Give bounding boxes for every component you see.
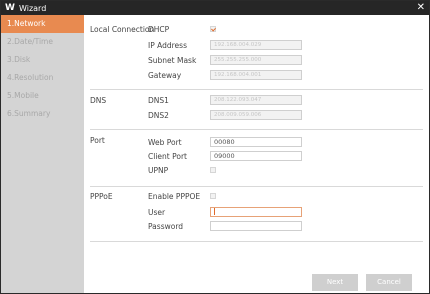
client-port-field[interactable]: 09000 <box>210 151 302 161</box>
gateway-field[interactable]: 192.168.004.001 <box>210 70 302 80</box>
user-label: User <box>148 207 166 217</box>
subnet-mask-row: Subnet Mask 255.255.255.000 <box>148 54 302 66</box>
web-port-label: Web Port <box>148 137 182 147</box>
dns2-row: DNS2 208.009.059.006 <box>148 109 302 121</box>
step-resolution[interactable]: 4.Resolution <box>1 69 84 87</box>
dns-section: DNS DNS1 208.122.093.047 DNS2 208.009.05… <box>90 94 423 126</box>
network-settings-panel: Local Connection DHCP IP Address 192.168… <box>84 15 429 293</box>
enable-pppoe-label: Enable PPPOE <box>148 191 201 201</box>
enable-pppoe-checkbox[interactable] <box>210 193 216 199</box>
step-summary[interactable]: 6.Summary <box>1 105 84 123</box>
pppoe-label: PPPoE <box>90 192 113 201</box>
divider <box>90 89 423 90</box>
dns-label: DNS <box>90 96 107 105</box>
web-port-field[interactable]: 00080 <box>210 137 302 147</box>
dhcp-label: DHCP <box>148 24 170 34</box>
wizard-window: W Wizard ✕ 1.Network 2.Date/Time 3.Disk … <box>0 0 430 294</box>
window-title: Wizard <box>19 3 47 13</box>
dns2-field[interactable]: 208.009.059.006 <box>210 110 302 120</box>
divider <box>90 129 423 130</box>
app-logo: W <box>5 3 15 13</box>
gateway-label: Gateway <box>148 70 182 80</box>
user-field[interactable] <box>210 207 302 217</box>
upnp-row: UPNP <box>148 164 216 176</box>
step-disk[interactable]: 3.Disk <box>1 51 84 69</box>
close-icon[interactable]: ✕ <box>417 3 425 13</box>
step-date-time[interactable]: 2.Date/Time <box>1 33 84 51</box>
dhcp-checkbox[interactable] <box>210 26 216 32</box>
pppoe-section: PPPoE Enable PPPOE User Password <box>90 192 423 242</box>
local-connection-label: Local Connection <box>90 25 155 34</box>
step-mobile[interactable]: 5.Mobile <box>1 87 84 105</box>
text-cursor <box>214 208 215 215</box>
user-row: User <box>148 206 302 218</box>
subnet-mask-label: Subnet Mask <box>148 55 197 65</box>
ip-address-label: IP Address <box>148 40 187 50</box>
enable-pppoe-row: Enable PPPOE <box>148 190 216 202</box>
dns1-row: DNS1 208.122.093.047 <box>148 94 302 106</box>
gateway-row: Gateway 192.168.004.001 <box>148 69 302 81</box>
password-label: Password <box>148 221 184 231</box>
next-button[interactable]: Next <box>312 274 358 291</box>
dns1-label: DNS1 <box>148 95 169 105</box>
password-row: Password <box>148 220 302 232</box>
divider <box>90 186 423 187</box>
local-connection-section: Local Connection DHCP IP Address 192.168… <box>90 25 423 85</box>
client-port-label: Client Port <box>148 151 187 161</box>
cancel-button[interactable]: Cancel <box>366 274 412 291</box>
ip-address-field[interactable]: 192.168.004.029 <box>210 40 302 50</box>
upnp-label: UPNP <box>148 165 169 175</box>
upnp-checkbox[interactable] <box>210 167 216 173</box>
dns1-field[interactable]: 208.122.093.047 <box>210 95 302 105</box>
port-section: Port Web Port 00080 Client Port 09000 UP… <box>90 136 423 182</box>
divider <box>90 241 423 242</box>
port-label: Port <box>90 136 105 145</box>
subnet-mask-field[interactable]: 255.255.255.000 <box>210 55 302 65</box>
client-port-row: Client Port 09000 <box>148 150 302 162</box>
dhcp-row: DHCP <box>148 23 216 35</box>
step-network[interactable]: 1.Network <box>1 15 84 33</box>
password-field[interactable] <box>210 221 302 231</box>
dns2-label: DNS2 <box>148 110 169 120</box>
wizard-steps-sidebar: 1.Network 2.Date/Time 3.Disk 4.Resolutio… <box>1 15 84 293</box>
web-port-row: Web Port 00080 <box>148 136 302 148</box>
ip-address-row: IP Address 192.168.004.029 <box>148 39 302 51</box>
title-bar: W Wizard ✕ <box>1 1 429 15</box>
